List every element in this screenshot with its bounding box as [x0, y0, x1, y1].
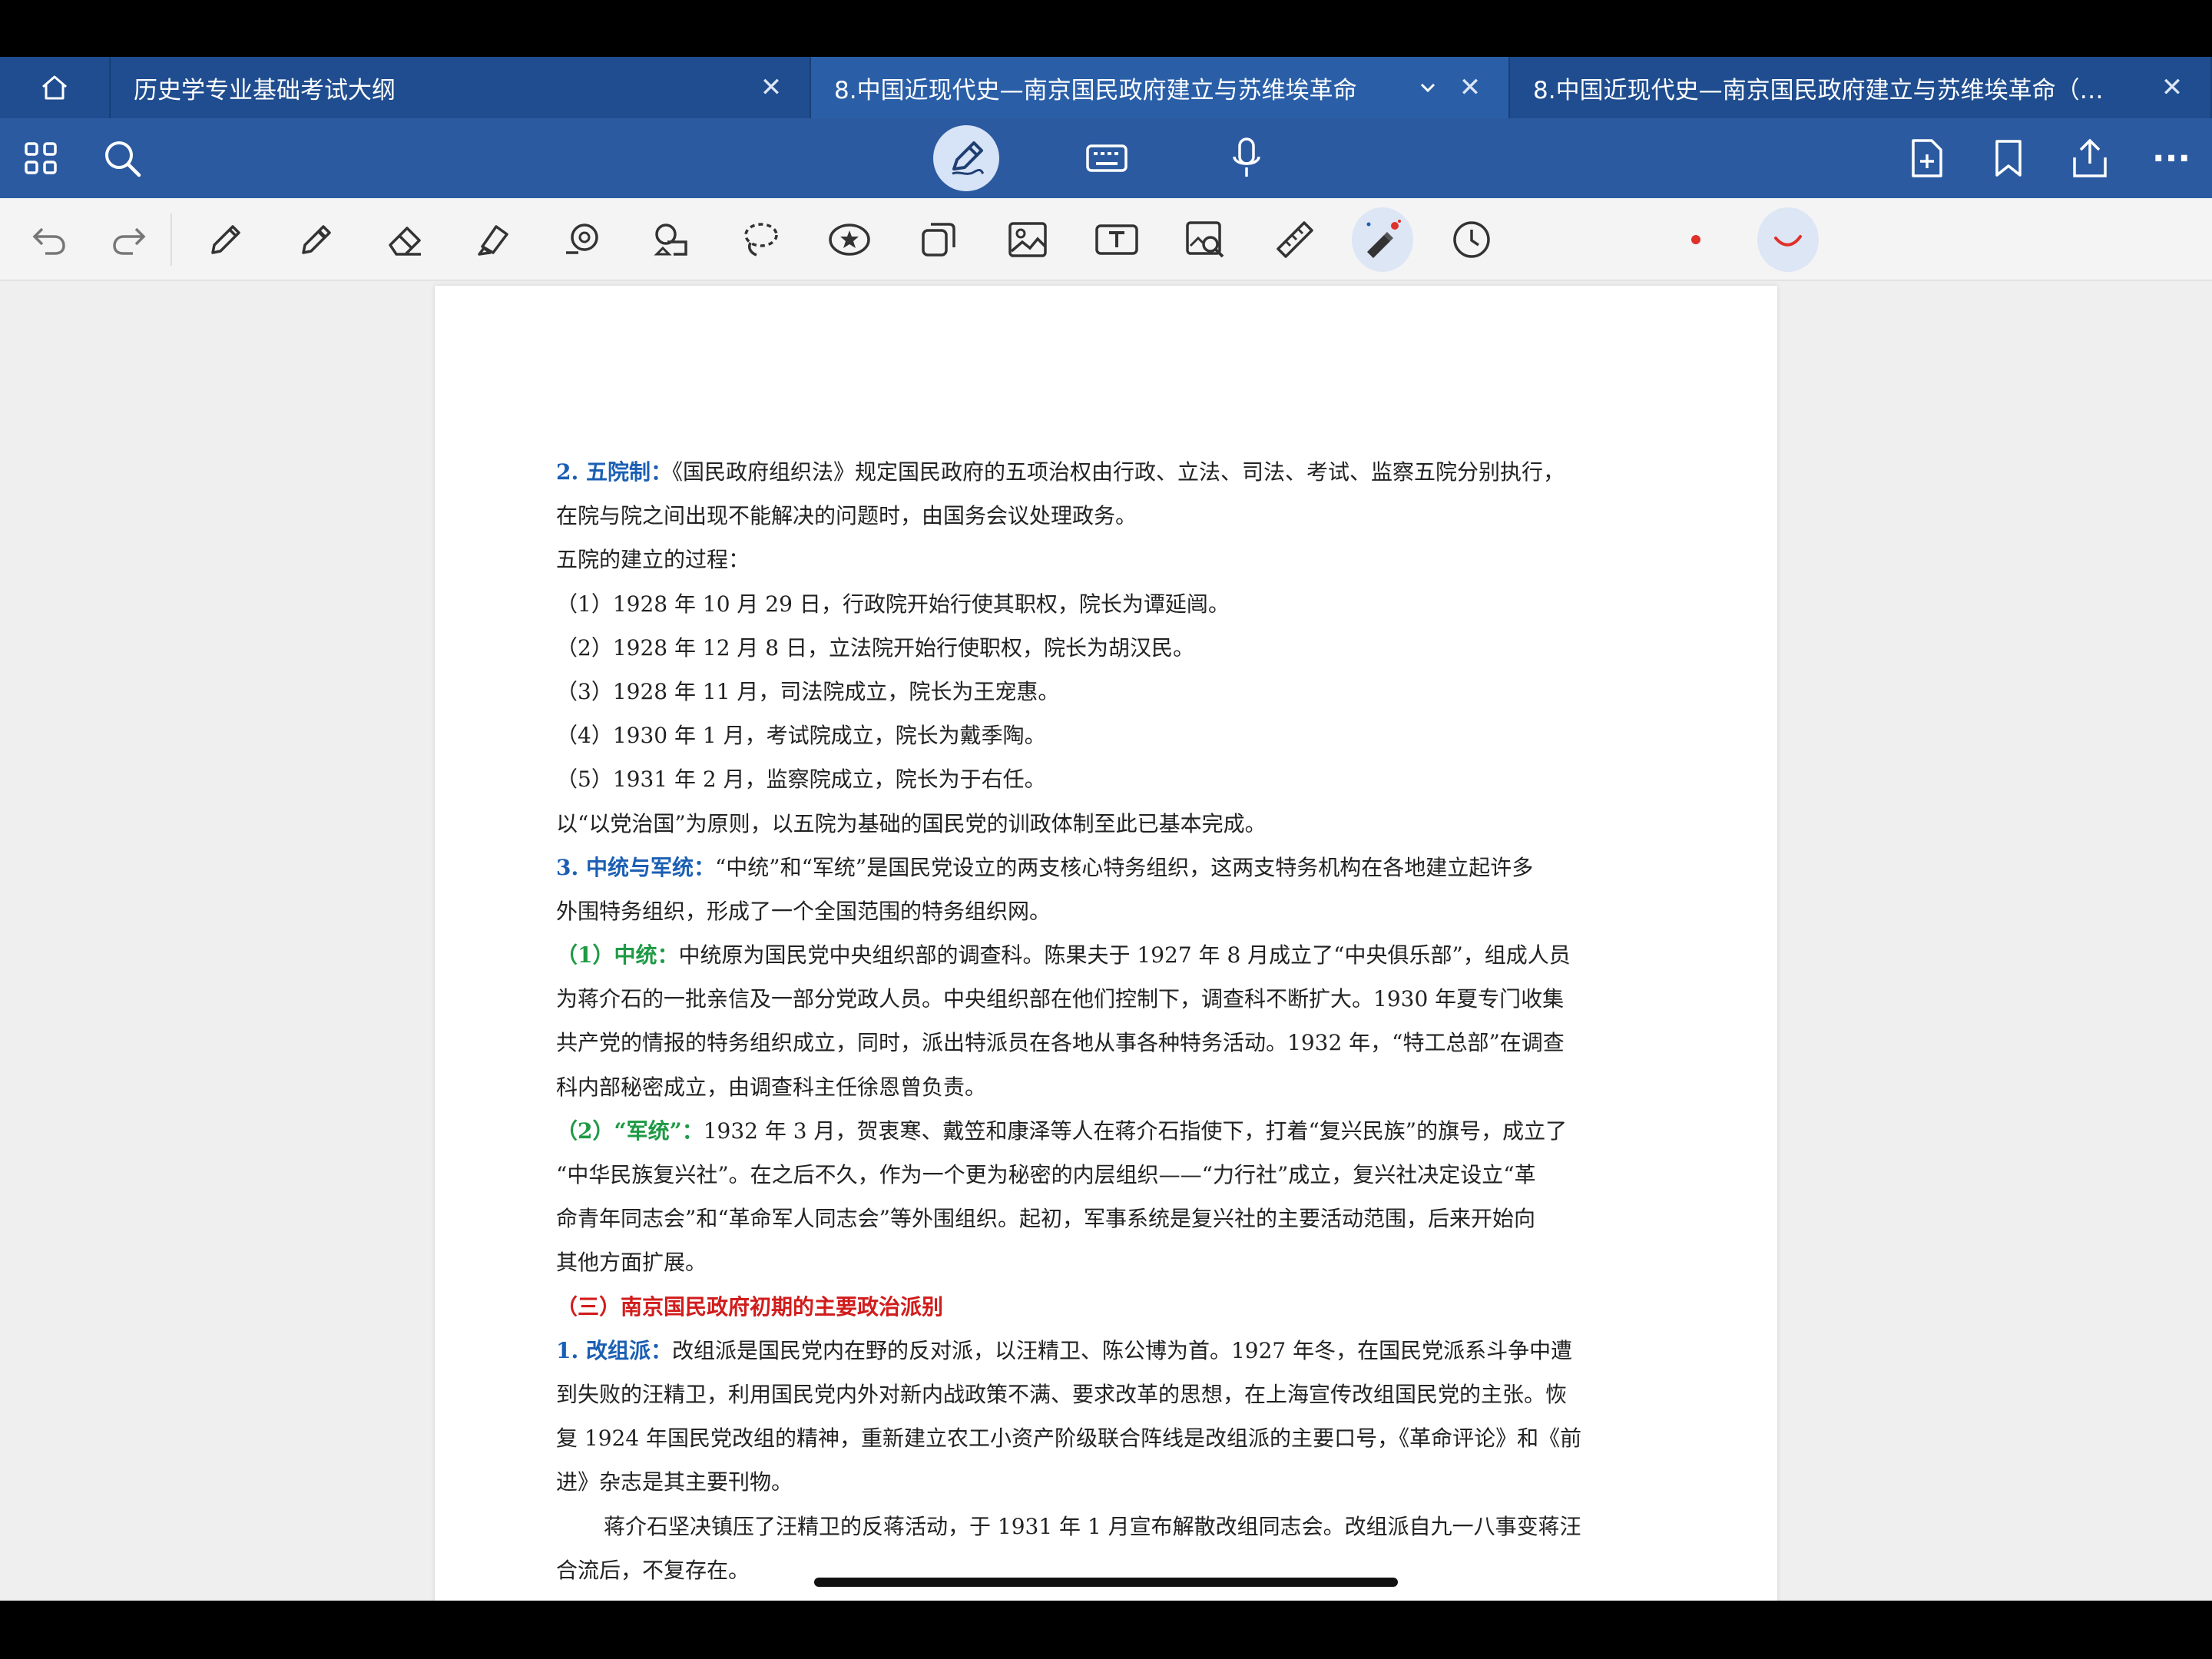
text-line: 1. 改组派：改组派是国民党内在野的反对派，以汪精卫、陈公博为首。1927 年冬…	[556, 1329, 1662, 1373]
stroke-preview-icon	[1774, 235, 1802, 247]
shape-recognize-icon[interactable]	[641, 198, 702, 281]
paragraph-text: 改组派是国民党内在野的反对派，以汪精卫、陈公博为首。1927 年冬，在国民党派系…	[671, 1337, 1573, 1363]
text-line: 进》杂志是其主要刊物。	[556, 1469, 793, 1495]
highlighter-icon[interactable]	[462, 198, 524, 281]
tab-label: 历史学专业基础考试大纲	[134, 76, 396, 104]
heading-juntong: （2）“军统”：	[556, 1118, 704, 1144]
more-icon[interactable]: ···	[2146, 118, 2197, 198]
status-bar-area	[0, 0, 2212, 57]
bottom-bezel	[0, 1601, 2212, 1659]
redo-icon[interactable]	[98, 198, 160, 281]
lasso-icon[interactable]	[730, 198, 791, 281]
heading-gaizupai: 1. 改组派：	[556, 1337, 672, 1363]
tab-nanjing-active[interactable]: 8.中国近现代史—南京国民政府建立与苏维埃革命 ✕	[811, 57, 1510, 118]
heading-five-yuan: 2. 五院制：	[556, 459, 672, 485]
text-line: 外围特务组织，形成了一个全国范围的特务组织网。	[556, 898, 1051, 924]
paragraph-text: “中统”和“军统”是国民党设立的两支核心特务组织，这两支特务机构在各地建立起许多	[714, 854, 1534, 880]
text-line: 到失败的汪精卫，利用国民党内外对新内战政策不满、要求改革的思想，在上海宣传改组国…	[556, 1381, 1568, 1407]
text-line: 为蒋介石的一批亲信及一部分党政人员。中央组织部在他们控制下，调查科不断扩大。19…	[556, 986, 1565, 1012]
text-line: 科内部秘密成立，由调查科主任徐恩曾负责。	[556, 1074, 987, 1100]
step-item: （2）1928 年 12 月 8 日，立法院开始行使职权，院长为胡汉民。	[556, 634, 1195, 661]
share-icon[interactable]	[2065, 118, 2115, 198]
apps-grid-icon[interactable]	[15, 118, 66, 198]
pen-icon[interactable]	[195, 198, 257, 281]
eraser-icon[interactable]	[375, 198, 436, 281]
image-search-icon[interactable]	[1175, 198, 1237, 281]
sticker-icon[interactable]	[819, 198, 880, 281]
text-line: 2. 五院制：《国民政府组织法》规定国民政府的五项治权由行政、立法、司法、考试、…	[556, 450, 1662, 494]
keyboard-icon[interactable]	[1081, 118, 1132, 198]
step-item: （3）1928 年 11 月，司法院成立，院长为王宠惠。	[556, 678, 1060, 704]
heading-zhongtong: （1）中统：	[556, 942, 679, 969]
step-item: （4）1930 年 1 月，考试院成立，院长为戴季陶。	[556, 723, 1046, 749]
tab-label: 8.中国近现代史—南京国民政府建立与苏维埃革命	[834, 76, 1357, 104]
text-line: 蒋介石坚决镇压了汪精卫的反蒋活动，于 1931 年 1 月宣布解散改组同志会。改…	[604, 1513, 1581, 1539]
text-line: 3. 中统与军统：“中统”和“军统”是国民党设立的两支核心特务组织，这两支特务机…	[556, 846, 1662, 889]
process-title: 五院的建立的过程：	[556, 547, 750, 573]
pdf-page[interactable]: 2. 五院制：《国民政府组织法》规定国民政府的五项治权由行政、立法、司法、考试、…	[435, 286, 1777, 1601]
laser-pointer-button[interactable]	[1352, 198, 1413, 281]
bookmark-icon[interactable]	[1983, 118, 2034, 198]
paragraph-text: 《国民政府组织法》规定国民政府的五项治权由行政、立法、司法、考试、监察五院分别执…	[671, 459, 1565, 485]
conclusion-text: 以“以党治国”为原则，以五院为基础的国民党的训政体制至此已基本完成。	[556, 810, 1267, 836]
close-icon[interactable]: ✕	[2157, 72, 2187, 103]
image-icon[interactable]	[997, 198, 1058, 281]
text-line: 复 1924 年国民党改组的精神，重新建立农工小资产阶级联合阵线是改组派的主要口…	[556, 1426, 1582, 1452]
add-page-icon[interactable]	[1902, 118, 1952, 198]
undo-icon[interactable]	[18, 198, 80, 281]
close-icon[interactable]: ✕	[756, 72, 786, 103]
section-title: （三）南京国民政府初期的主要政治派别	[556, 1293, 944, 1320]
paragraph-text: 1932 年 3 月，贺衷寒、戴笠和康泽等人在蒋介石指使下，打着“复兴民族”的旗…	[703, 1118, 1568, 1144]
text-line: （1）中统：中统原为国民党中央组织部的调查科。陈果夫于 1927 年 8 月成立…	[556, 933, 1662, 977]
tab-bar: 历史学专业基础考试大纲 ✕ 8.中国近现代史—南京国民政府建立与苏维埃革命 ✕ …	[0, 57, 2212, 118]
document-canvas[interactable]: 2. 五院制：《国民政府组织法》规定国民政府的五项治权由行政、立法、司法、考试、…	[0, 281, 2212, 1601]
paragraph-text: 中统原为国民党中央组织部的调查科。陈果夫于 1927 年 8 月成立了“中央俱乐…	[678, 942, 1571, 969]
home-button[interactable]	[0, 57, 111, 118]
toolbar-divider	[171, 214, 172, 266]
page-content: 2. 五院制：《国民政府组织法》规定国民政府的五项治权由行政、立法、司法、考试、…	[556, 450, 1662, 1592]
text-line: 命青年同志会”和“革命军人同志会”等外围组织。起初，军事系统是复兴社的主要活动范…	[556, 1206, 1535, 1232]
search-icon[interactable]	[97, 118, 147, 198]
ruler-icon[interactable]	[1264, 198, 1326, 281]
text-line: （2）“军统”：1932 年 3 月，贺衷寒、戴笠和康泽等人在蒋介石指使下，打着…	[556, 1109, 1662, 1153]
chevron-down-icon[interactable]	[1419, 82, 1436, 93]
shape-icon[interactable]	[551, 198, 613, 281]
pencil-icon[interactable]	[286, 198, 347, 281]
laser-pointer-icon	[1366, 220, 1401, 258]
step-item: （5）1931 年 2 月，监察院成立，院长为于右任。	[556, 767, 1046, 793]
home-icon	[42, 75, 67, 100]
tab-syllabus[interactable]: 历史学专业基础考试大纲 ✕	[111, 57, 811, 118]
drawing-toolbar	[0, 198, 2212, 281]
text-box-icon[interactable]	[1086, 198, 1147, 281]
home-indicator[interactable]	[814, 1578, 1398, 1587]
step-item: （1）1928 年 10 月 29 日，行政院开始行使其职权，院长为谭延闿。	[556, 591, 1230, 617]
main-toolbar: ···	[0, 118, 2212, 198]
text-line: 共产党的情报的特务组织成立，同时，派出特派员在各地从事各种特务活动。1932 年…	[556, 1030, 1565, 1056]
shapes-copy-icon[interactable]	[908, 198, 969, 281]
pen-mode-button[interactable]	[932, 118, 1000, 198]
close-icon[interactable]: ✕	[1455, 72, 1485, 103]
tab-label: 8.中国近现代史—南京国民政府建立与苏维埃革命（…	[1533, 76, 2104, 104]
text-line: 在院与院之间出现不能解决的问题时，由国务会议处理政务。	[556, 503, 1137, 529]
timer-icon[interactable]	[1441, 198, 1502, 281]
heading-zhongtong-juntong: 3. 中统与军统：	[556, 854, 715, 880]
stroke-preview-button[interactable]	[1757, 198, 1819, 281]
text-line: “中华民族复兴社”。在之后不久，作为一个更为秘密的内层组织——“力行社”成立，复…	[556, 1162, 1536, 1187]
color-dot-red[interactable]	[1665, 198, 1727, 281]
microphone-icon[interactable]	[1221, 118, 1272, 198]
pen-mode-icon	[952, 141, 985, 175]
tab-nanjing-2[interactable]: 8.中国近现代史—南京国民政府建立与苏维埃革命（… ✕	[1510, 57, 2212, 118]
text-line: 其他方面扩展。	[556, 1250, 707, 1276]
